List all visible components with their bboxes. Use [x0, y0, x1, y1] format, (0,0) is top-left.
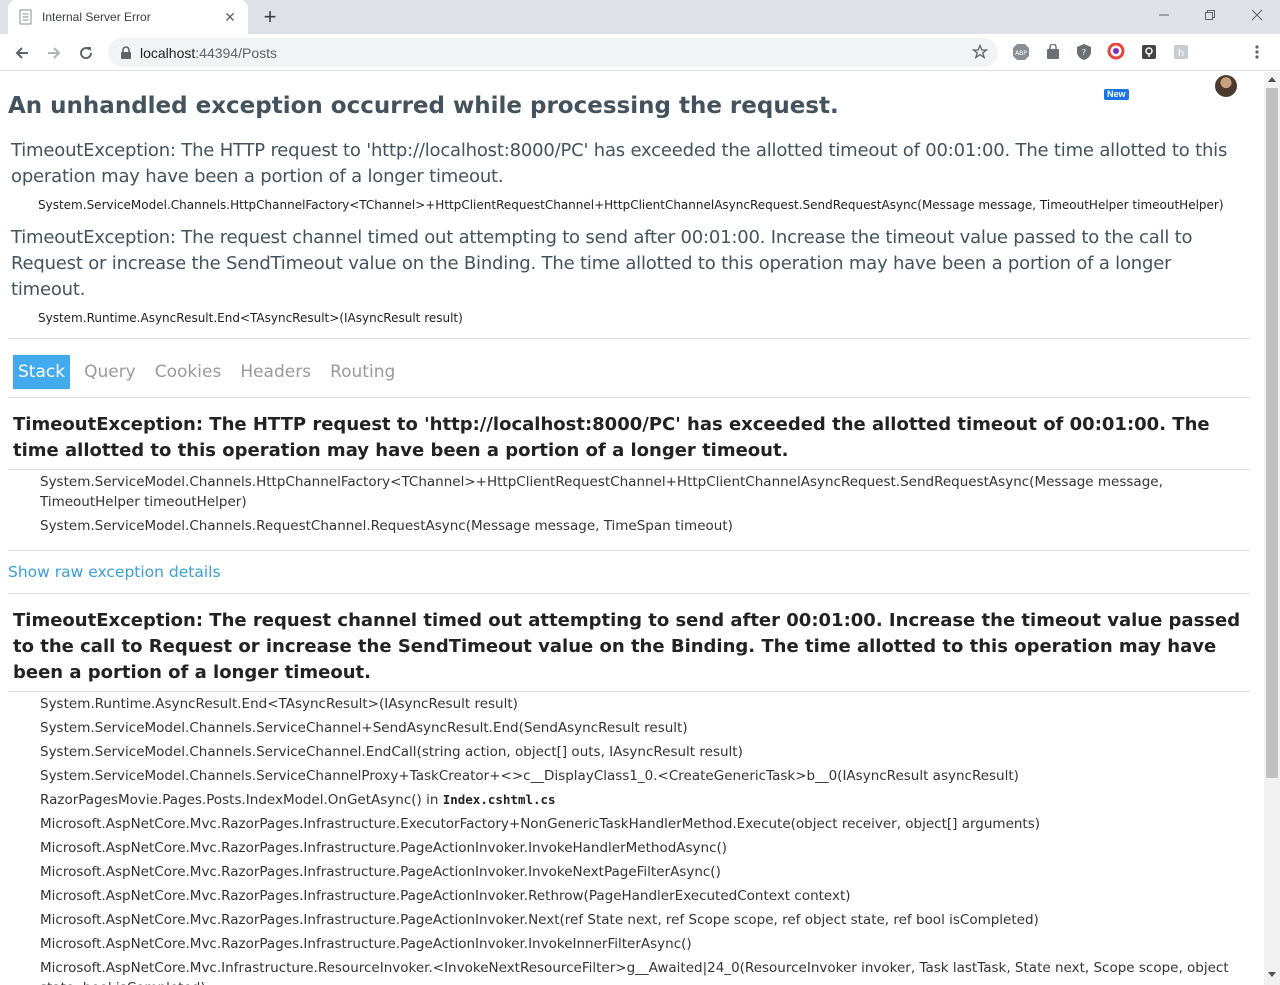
- stack-frame[interactable]: Microsoft.AspNetCore.Mvc.RazorPages.Infr…: [8, 908, 1250, 932]
- stack-frame[interactable]: System.ServiceModel.Channels.ServiceChan…: [8, 740, 1250, 764]
- show-raw-exception-link[interactable]: Show raw exception details: [8, 555, 1250, 589]
- new-tab-icon[interactable]: +: [258, 6, 282, 30]
- svg-text:ABP: ABP: [1015, 50, 1027, 57]
- bag-extension-icon[interactable]: [1043, 42, 1063, 62]
- stack-frame[interactable]: System.ServiceModel.Channels.ServiceChan…: [8, 764, 1250, 788]
- exception-summary: TimeoutException: The HTTP request to 'h…: [8, 138, 1250, 328]
- stack-frame[interactable]: Microsoft.AspNetCore.Mvc.RazorPages.Infr…: [8, 812, 1250, 836]
- url-host: localhost: [140, 44, 196, 61]
- close-window-icon[interactable]: [1234, 0, 1280, 30]
- stack-frame-with-source[interactable]: RazorPagesMovie.Pages.Posts.IndexModel.O…: [8, 788, 1250, 812]
- stack-frame[interactable]: Microsoft.AspNetCore.Mvc.RazorPages.Infr…: [8, 860, 1250, 884]
- lastpass-extension-icon[interactable]: [1139, 42, 1159, 62]
- stack-frames: System.ServiceModel.Channels.HttpChannel…: [8, 469, 1250, 538]
- forward-icon[interactable]: [40, 39, 68, 67]
- scroll-up-icon[interactable]: [1268, 77, 1276, 82]
- tab-query[interactable]: Query: [79, 355, 141, 389]
- grammar-extension-icon[interactable]: h: [1171, 42, 1191, 62]
- svg-text:h: h: [1178, 48, 1184, 59]
- exception-title: TimeoutException: The HTTP request to 'h…: [13, 414, 1210, 461]
- browser-tab[interactable]: Internal Server Error ✕: [8, 0, 248, 34]
- summary-location: System.Runtime.AsyncResult.End<TAsyncRes…: [38, 311, 463, 325]
- error-page: An unhandled exception occurred while pr…: [0, 92, 1264, 985]
- bookmark-star-icon[interactable]: [972, 44, 988, 60]
- lock-icon: [121, 45, 131, 59]
- browser-toolbar: localhost:44394/Posts ABP ? New h: [0, 34, 1280, 100]
- address-bar[interactable]: localhost:44394/Posts: [108, 38, 998, 67]
- svg-text:?: ?: [1082, 48, 1086, 57]
- color-extension-icon[interactable]: [1106, 42, 1126, 62]
- exception-title: TimeoutException: The request channel ti…: [13, 610, 1241, 683]
- tab-stack[interactable]: Stack: [13, 355, 71, 389]
- scrollbar-thumb[interactable]: [1266, 88, 1278, 778]
- divider: [8, 550, 1250, 551]
- vertical-scrollbar[interactable]: [1264, 72, 1280, 985]
- divider: [8, 397, 1250, 398]
- page-title: An unhandled exception occurred while pr…: [8, 93, 839, 119]
- back-icon[interactable]: [8, 39, 36, 67]
- page-icon: [19, 9, 32, 25]
- adblock-plus-icon[interactable]: ABP: [1011, 42, 1031, 62]
- page-viewport: An unhandled exception occurred while pr…: [0, 72, 1264, 985]
- shield-extension-icon[interactable]: ?: [1074, 42, 1094, 62]
- reload-icon[interactable]: [72, 39, 100, 67]
- stack-frame[interactable]: System.Runtime.AsyncResult.End<TAsyncRes…: [8, 692, 1250, 716]
- stack-frame[interactable]: Microsoft.AspNetCore.Mvc.RazorPages.Infr…: [8, 932, 1250, 956]
- tab-headers[interactable]: Headers: [235, 355, 316, 389]
- stack-frame[interactable]: System.ServiceModel.Channels.ServiceChan…: [8, 716, 1250, 740]
- tab-routing[interactable]: Routing: [325, 355, 400, 389]
- restore-icon[interactable]: [1187, 0, 1233, 30]
- stack-section: TimeoutException: The HTTP request to 'h…: [8, 406, 1250, 538]
- summary-location: System.ServiceModel.Channels.HttpChannel…: [38, 198, 1224, 212]
- stack-frame[interactable]: Microsoft.AspNetCore.Mvc.Infrastructure.…: [8, 956, 1250, 985]
- tab-bar: Stack Query Cookies Headers Routing: [8, 347, 1250, 397]
- close-tab-icon[interactable]: ✕: [222, 9, 238, 25]
- minimize-icon[interactable]: [1141, 0, 1187, 30]
- scroll-down-icon[interactable]: [1268, 972, 1276, 977]
- stack-frames: System.Runtime.AsyncResult.End<TAsyncRes…: [8, 691, 1250, 985]
- divider: [8, 593, 1250, 594]
- divider: [8, 338, 1250, 339]
- stack-frame[interactable]: Microsoft.AspNetCore.Mvc.RazorPages.Infr…: [8, 836, 1250, 860]
- stack-frame[interactable]: System.ServiceModel.Channels.HttpChannel…: [8, 470, 1250, 514]
- tab-cookies[interactable]: Cookies: [150, 355, 227, 389]
- tab-title: Internal Server Error: [42, 10, 151, 24]
- frame-source-file[interactable]: Index.cshtml.cs: [443, 792, 556, 807]
- url-path: :44394/Posts: [195, 44, 277, 61]
- stack-frame[interactable]: System.ServiceModel.Channels.RequestChan…: [8, 514, 1250, 538]
- frame-method: RazorPagesMovie.Pages.Posts.IndexModel.O…: [40, 792, 443, 808]
- menu-icon[interactable]: [1247, 42, 1267, 62]
- stack-frame[interactable]: Microsoft.AspNetCore.Mvc.RazorPages.Infr…: [8, 884, 1250, 908]
- summary-message: TimeoutException: The HTTP request to 'h…: [11, 140, 1228, 187]
- summary-message: TimeoutException: The request channel ti…: [11, 227, 1193, 300]
- tab-strip: Internal Server Error ✕ +: [0, 0, 1280, 34]
- stack-section: TimeoutException: The request channel ti…: [8, 602, 1250, 985]
